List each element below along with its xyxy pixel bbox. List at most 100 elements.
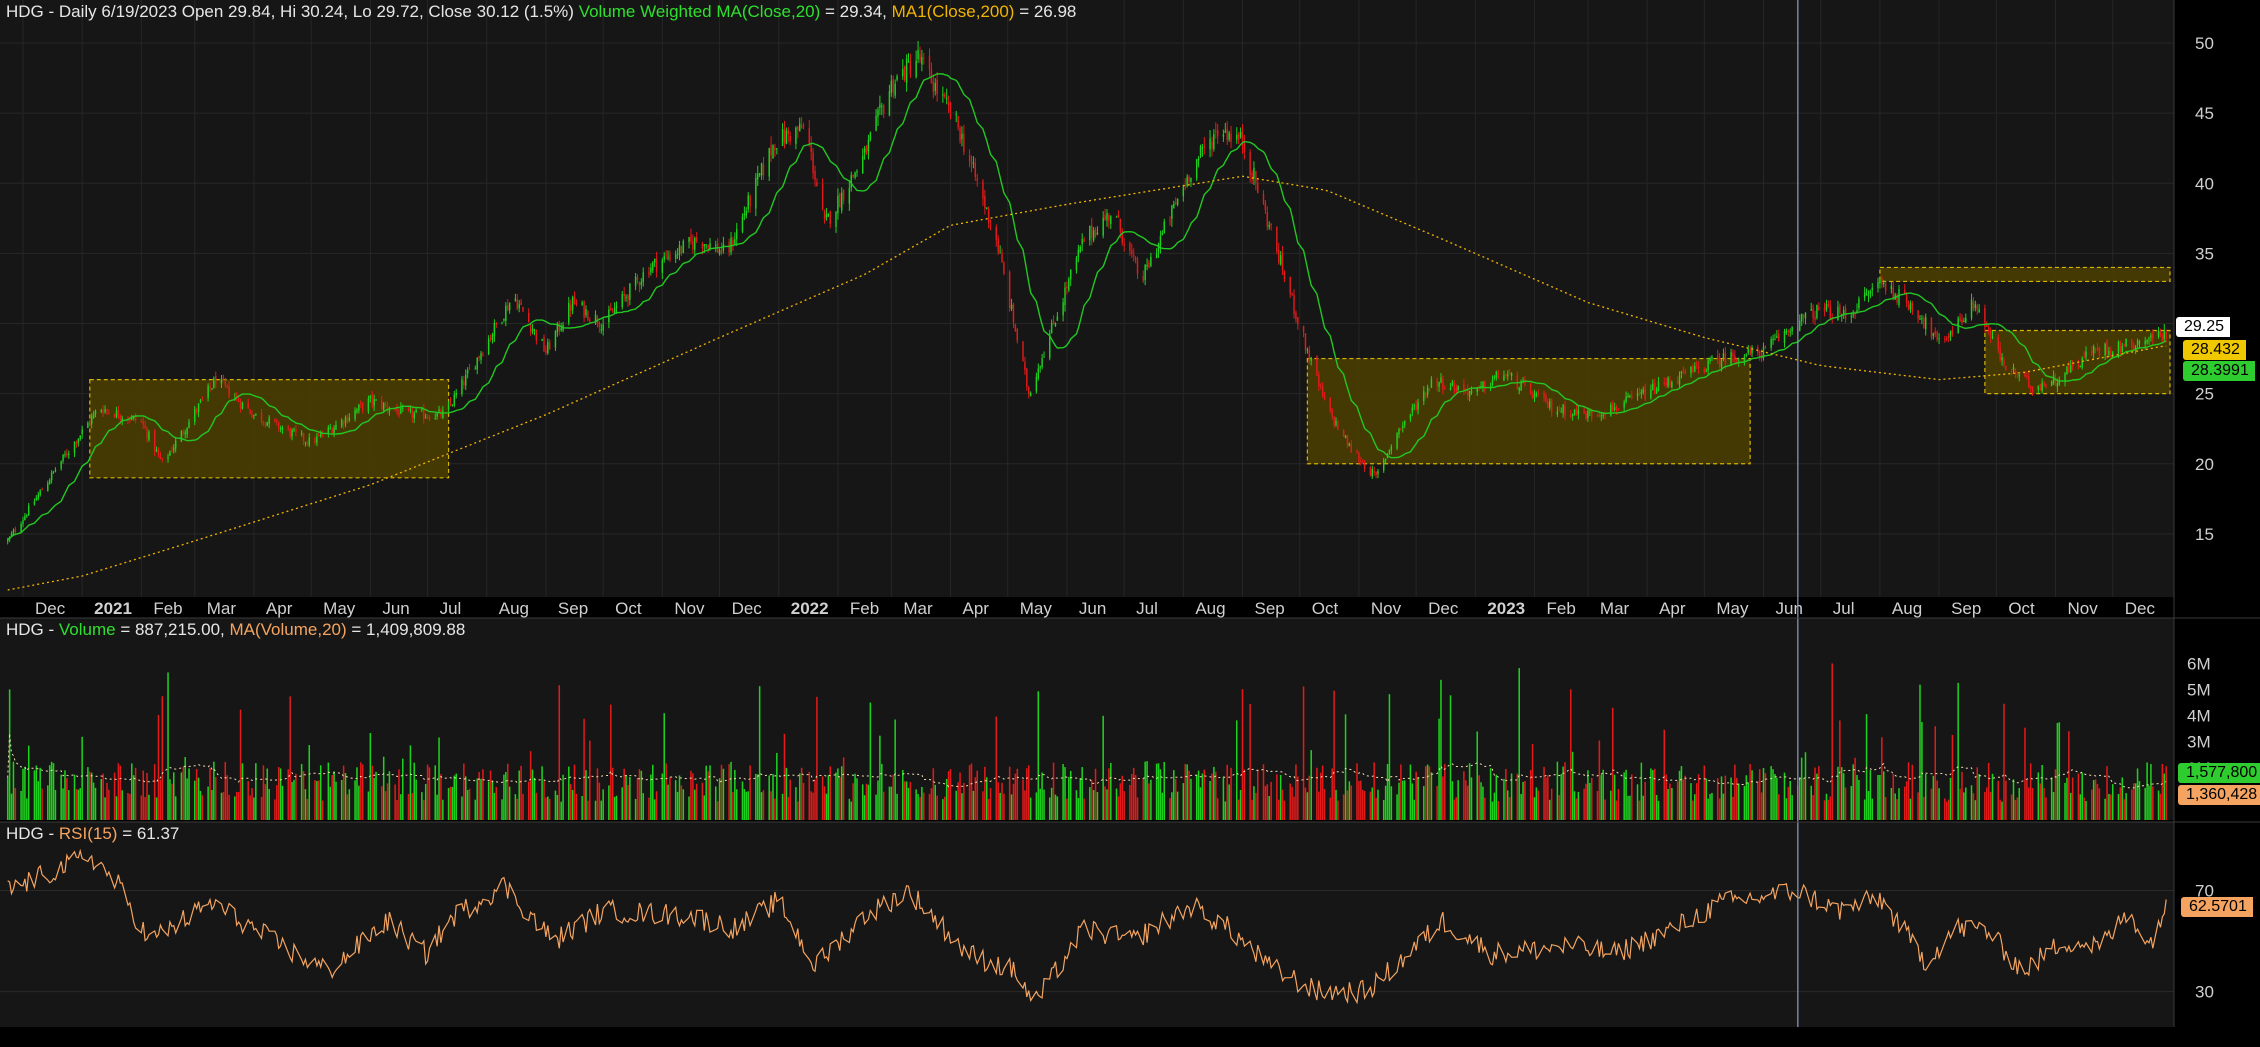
- volume-bar: [655, 791, 658, 820]
- volume-bar: [1182, 783, 1185, 820]
- volume-bar: [1276, 774, 1278, 820]
- candle: [113, 413, 116, 419]
- candle-body: [1556, 411, 1559, 415]
- volume-bar: [776, 753, 778, 820]
- volume-bar: [1690, 783, 1692, 820]
- volume-bar: [1778, 794, 1780, 820]
- candle-body: [388, 410, 391, 412]
- candle: [1014, 323, 1017, 332]
- candle-body: [1587, 410, 1589, 419]
- volume-bar: [306, 798, 309, 820]
- volume-bar: [264, 784, 267, 820]
- volume-bar: [1825, 793, 1828, 820]
- volume-bar: [756, 774, 759, 820]
- volume-bar: [2045, 797, 2047, 820]
- candle-body: [449, 401, 452, 405]
- volume-bar: [760, 792, 763, 820]
- candle-body: [835, 211, 837, 228]
- candle-body: [2081, 357, 2083, 368]
- volume-bar: [2125, 793, 2127, 820]
- candle: [522, 306, 524, 313]
- volume-bar: [24, 766, 26, 820]
- candle-body: [1104, 214, 1106, 220]
- candle-body: [902, 69, 904, 77]
- candle-body: [1869, 290, 1872, 295]
- volume-bar: [224, 761, 227, 820]
- volume-bar: [1266, 784, 1269, 820]
- volume-bar: [1050, 787, 1053, 820]
- candle-body: [558, 323, 560, 332]
- candle-body: [594, 314, 597, 322]
- candle-body: [2159, 331, 2162, 336]
- ma200-legend-value: = 26.98: [1014, 2, 1077, 21]
- vwma-legend: Volume Weighted MA(Close,20): [578, 2, 821, 21]
- volume-bar: [989, 788, 992, 820]
- volume-bar: [959, 772, 961, 820]
- candle-body: [1951, 330, 1954, 334]
- volume-bar: [1625, 769, 1627, 820]
- date-tick-label: Oct: [1312, 599, 1339, 618]
- candle-body: [1598, 413, 1601, 416]
- candle-body: [2125, 338, 2127, 346]
- candle-body: [1052, 321, 1055, 325]
- candle-body: [541, 339, 543, 341]
- candle-body: [12, 530, 15, 535]
- candle-body: [201, 398, 204, 400]
- volume-bar: [2108, 793, 2110, 820]
- candle-body: [287, 426, 289, 429]
- candle-body: [356, 409, 358, 413]
- candle-body: [2045, 384, 2047, 387]
- volume-bar: [2152, 786, 2154, 820]
- volume-bar: [1230, 767, 1232, 820]
- volume-bar: [100, 778, 103, 820]
- volume-bar: [398, 769, 400, 820]
- candle-body: [1938, 338, 1940, 340]
- candle-body: [1201, 147, 1204, 149]
- candle-body: [1547, 401, 1549, 408]
- candle-body: [1898, 289, 1900, 305]
- volume-bar: [955, 790, 957, 820]
- candle-body: [575, 302, 578, 304]
- candle-body: [1655, 389, 1658, 394]
- candle-body: [1850, 316, 1853, 318]
- candle-body: [1146, 265, 1148, 267]
- volume-bar: [1335, 789, 1337, 820]
- volume-bar: [1213, 766, 1215, 820]
- volume-bar: [894, 719, 896, 820]
- volume-bar: [1228, 784, 1230, 820]
- volume-bar: [999, 792, 1001, 820]
- candle-body: [424, 417, 427, 419]
- candle-body: [2028, 375, 2030, 387]
- candle-body: [1029, 392, 1032, 397]
- candle-body: [409, 409, 412, 411]
- candle-body: [1079, 247, 1081, 252]
- candle-body: [785, 130, 788, 144]
- volume-bar: [1054, 794, 1057, 820]
- candle-body: [569, 304, 572, 311]
- candle-body: [1470, 390, 1473, 394]
- candle-body: [1905, 295, 1908, 304]
- candle: [839, 192, 841, 208]
- volume-bar: [426, 764, 429, 820]
- volume-bar: [1936, 780, 1938, 820]
- volume-bar: [1629, 795, 1631, 820]
- volume-bar: [1932, 775, 1935, 820]
- volume-bar: [300, 763, 303, 820]
- candle-body: [2001, 357, 2003, 361]
- volume-bar: [743, 789, 746, 820]
- candle-body: [1879, 280, 1881, 284]
- volume-bar: [1596, 791, 1599, 820]
- volume-badge: 1,577,800: [2178, 763, 2260, 783]
- chart-canvas[interactable]: Dec 2021 Feb Mar Apr May Jun Jul Aug Sep Oct Nov Dec…: [0, 0, 2260, 1047]
- volume-bar: [1358, 781, 1360, 820]
- volume-bar: [944, 796, 946, 820]
- volume-bar: [1239, 789, 1242, 820]
- candle-body: [694, 237, 696, 250]
- volume-bar: [75, 789, 78, 820]
- volume-bar: [688, 796, 690, 820]
- candle-body: [2043, 381, 2045, 386]
- candle-body: [1442, 379, 1444, 390]
- date-tick-label: Dec: [2125, 599, 2156, 618]
- candle-body: [2071, 363, 2074, 367]
- volume-bar: [1039, 788, 1041, 820]
